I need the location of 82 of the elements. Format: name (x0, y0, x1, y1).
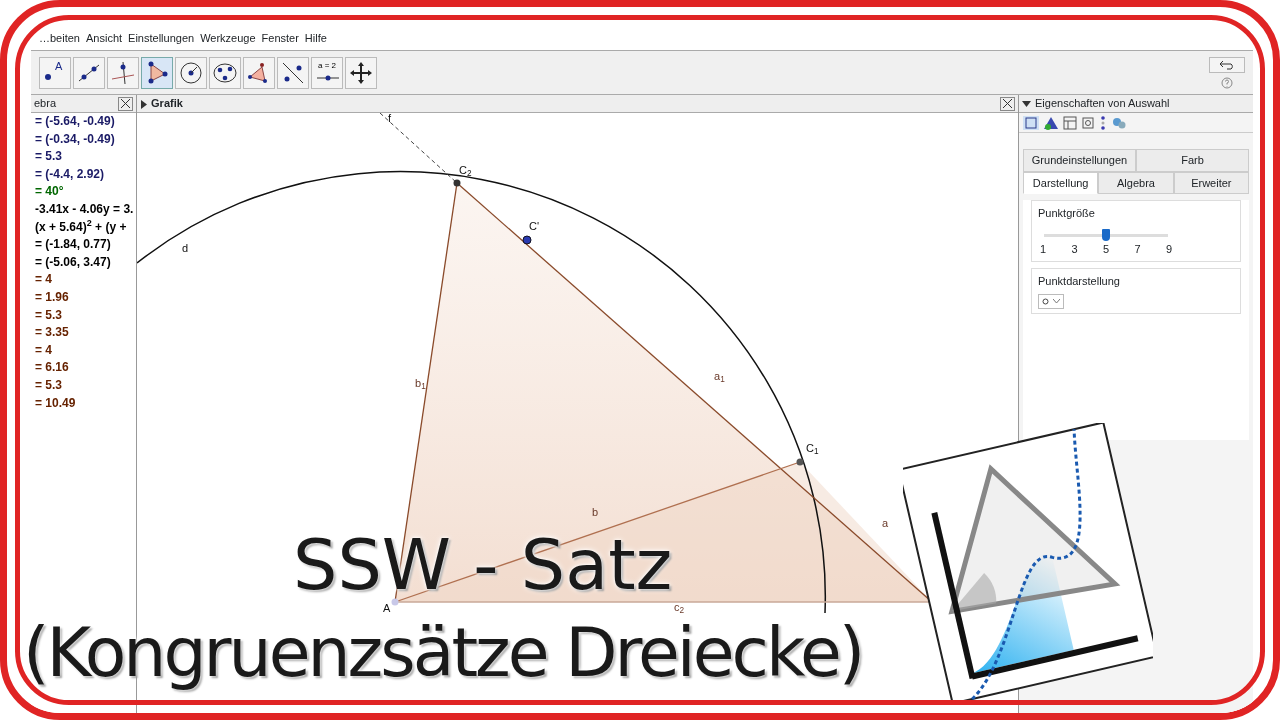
graph-label: A (383, 603, 391, 614)
slider-tool-icon (316, 74, 340, 81)
collapse-icon[interactable] (140, 99, 148, 109)
tool-button[interactable] (345, 56, 377, 89)
algebra-entry[interactable]: = 3.35 (31, 324, 136, 342)
dots-icon[interactable] (1099, 115, 1107, 130)
tab[interactable]: Farb (1136, 149, 1249, 172)
field-label: Punktgröße (1038, 206, 1096, 221)
menu-item[interactable]: …beiten (39, 30, 80, 47)
tick-label: 5 (1102, 241, 1110, 257)
tool-button[interactable] (107, 56, 139, 89)
undo-icon (1219, 59, 1235, 70)
close-icon (120, 98, 131, 109)
algebra-entry[interactable]: -3.41x - 4.06y = 3. (31, 200, 136, 219)
algebra-entry[interactable]: = (-0.34, -0.49) (31, 130, 136, 149)
tool-button[interactable] (277, 56, 309, 89)
panel-title: Grafik (151, 97, 183, 110)
tick-label: 1 (1040, 241, 1047, 257)
graph-label: C' (529, 221, 540, 232)
close-button[interactable] (118, 96, 133, 111)
graph-label: a$_{1}$ (714, 371, 725, 382)
tab[interactable]: Darstellung (1023, 171, 1099, 194)
graph-label: b$_{1}$ (415, 378, 426, 389)
algebra-entry[interactable]: = 40° (31, 183, 136, 201)
graphics-icon[interactable] (1081, 115, 1095, 130)
field-label: Punktdarstellung (1038, 274, 1121, 289)
algebra-entry[interactable]: = (-1.84, 0.77) (31, 236, 136, 254)
point-style-dropdown[interactable] (1038, 293, 1064, 309)
tool-button[interactable] (243, 56, 275, 89)
algebra-entry[interactable]: = 5.3 (31, 306, 136, 325)
tick-label: 7 (1134, 241, 1141, 257)
undo-button[interactable] (1209, 56, 1245, 73)
tool-button[interactable]: a = 2 (311, 56, 343, 89)
point-style-icon[interactable] (1023, 115, 1039, 130)
tool-button[interactable] (175, 56, 207, 89)
close-icon (1002, 98, 1013, 109)
close-button[interactable] (1000, 96, 1015, 111)
menu-item[interactable]: Ansicht (86, 30, 123, 47)
tab[interactable]: Algebra (1098, 171, 1174, 194)
tick-label: 9 (1165, 241, 1172, 257)
algebra-entry[interactable]: = 1.96 (31, 288, 136, 307)
algebra-entry[interactable]: = 4 (31, 271, 136, 289)
tab[interactable]: Grundeinstellungen (1023, 149, 1136, 172)
graph-label: a (882, 518, 889, 529)
tool-button[interactable]: A (39, 56, 71, 89)
algebra-entry[interactable]: = 4 (31, 341, 136, 360)
graph-label: f (388, 113, 392, 124)
tool-label: A (55, 60, 63, 72)
algebra-entry[interactable]: = 10.49 (31, 394, 136, 413)
graph-label: c$_{2}$ (674, 602, 685, 613)
algebra-entry[interactable]: = (-5.06, 3.47) (31, 253, 136, 272)
tool-label: a = 2 (317, 61, 337, 70)
menu-item[interactable]: Werkzeuge (200, 30, 256, 47)
tool-button[interactable] (141, 56, 173, 89)
algebra-entry[interactable]: = 6.16 (31, 359, 136, 377)
panel-title: Eigenschaften von Auswahl (1035, 96, 1170, 112)
tool-button[interactable] (209, 56, 241, 89)
algebra-entry[interactable]: = 5.3 (31, 148, 136, 166)
menu-item[interactable]: Einstellungen (128, 30, 195, 47)
tick-label: 3 (1071, 241, 1078, 257)
slider-thumb[interactable] (1102, 228, 1110, 241)
collapse-icon[interactable] (1022, 99, 1031, 108)
graph-label: C$_{1}$ (806, 443, 819, 454)
menu-item[interactable]: Hilfe (304, 30, 327, 47)
graph-label: b (592, 507, 599, 518)
point[interactable] (796, 458, 804, 466)
point-tool-icon (44, 72, 52, 81)
algebra-entry[interactable]: (x + 5.64)$^{2}$ + (y + (31, 218, 136, 237)
algebra-entry[interactable]: = (-5.64, -0.49) (31, 113, 136, 131)
point[interactable] (453, 179, 461, 187)
tool-button[interactable] (73, 56, 105, 89)
algebra-entry[interactable]: = 5.3 (31, 376, 136, 395)
point[interactable] (522, 235, 532, 245)
dot-icon (1042, 297, 1049, 305)
panel-title: ebra (34, 96, 57, 112)
layout-icon[interactable] (1063, 115, 1077, 130)
algebra-entry[interactable]: = (-4.4, 2.92) (31, 165, 136, 184)
menu-item[interactable]: Fenster (261, 30, 299, 47)
triangle-icon[interactable] (1043, 115, 1059, 130)
graph-label: C$_{2}$ (459, 165, 472, 176)
caret-icon (1053, 298, 1060, 304)
graph-label: d (182, 243, 189, 254)
